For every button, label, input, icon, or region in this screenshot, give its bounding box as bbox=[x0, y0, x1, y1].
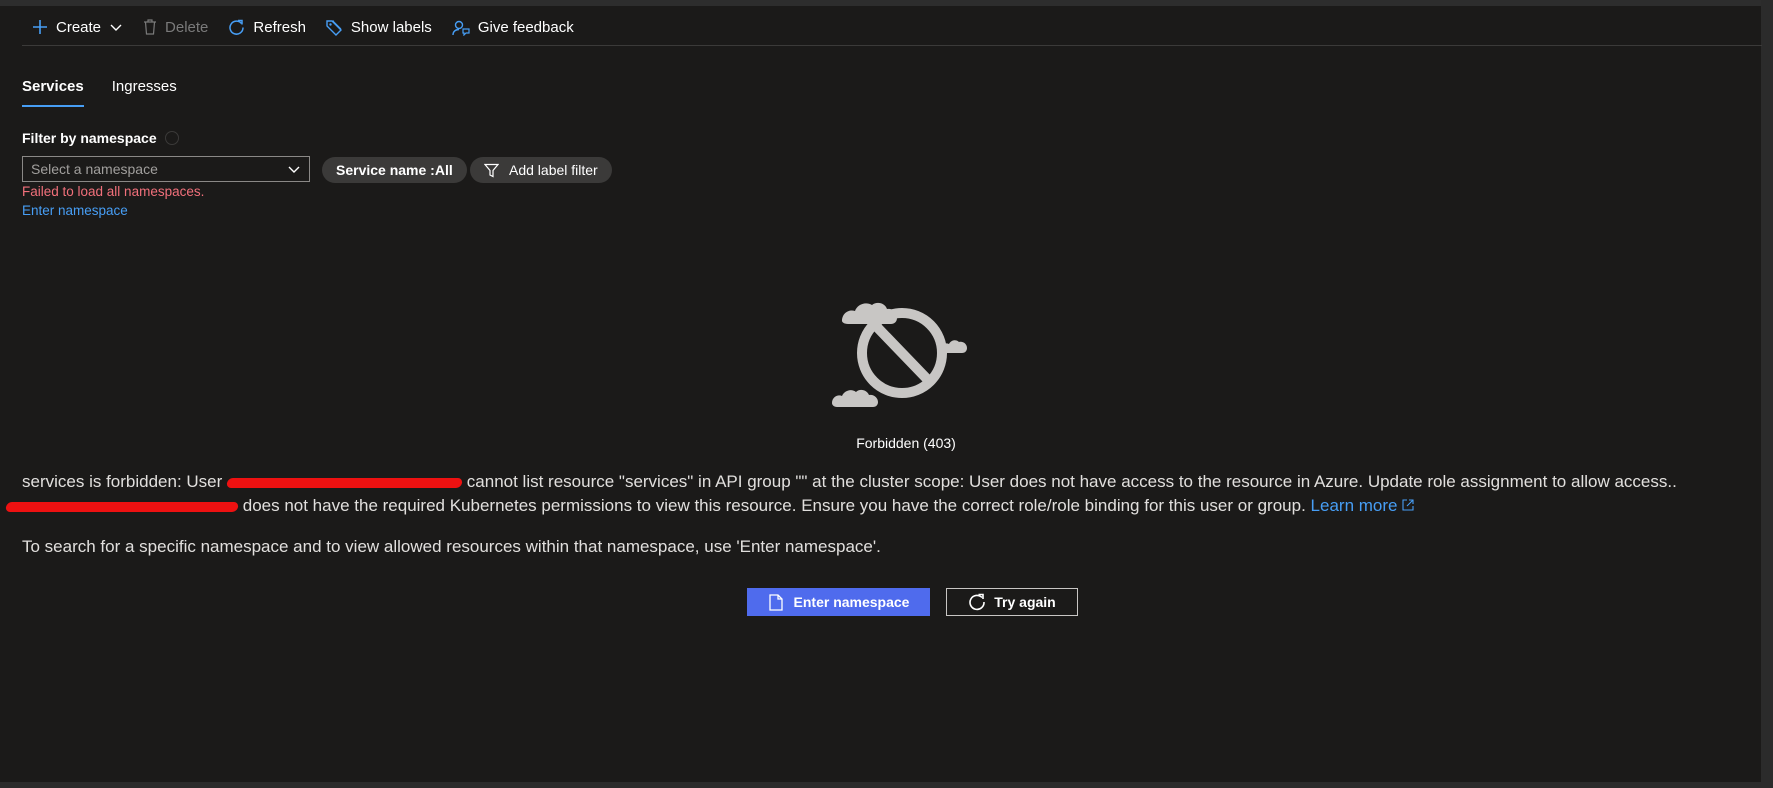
service-name-value: All bbox=[434, 162, 453, 178]
trash-icon bbox=[144, 19, 157, 35]
refresh-icon bbox=[229, 19, 245, 35]
toolbar-divider bbox=[22, 45, 1762, 46]
tag-icon bbox=[326, 19, 342, 36]
add-label-filter-button[interactable]: Add label filter bbox=[470, 157, 612, 183]
filter-by-namespace-label: Filter by namespace bbox=[22, 130, 179, 146]
error-message-line-1: services is forbidden: User cannot list … bbox=[22, 472, 1677, 492]
command-bar: Create Delete Refresh Show labels Give f bbox=[22, 12, 584, 42]
tab-services[interactable]: Services bbox=[22, 78, 84, 107]
refresh-button[interactable]: Refresh bbox=[218, 12, 316, 42]
give-feedback-button[interactable]: Give feedback bbox=[442, 12, 584, 42]
learn-more-label: Learn more bbox=[1310, 496, 1398, 515]
plus-icon bbox=[33, 20, 47, 34]
service-name-filter-pill[interactable]: Service name : All bbox=[322, 157, 467, 183]
add-label-filter-label: Add label filter bbox=[509, 162, 598, 178]
filter-funnel-icon bbox=[484, 163, 499, 177]
enter-namespace-link[interactable]: Enter namespace bbox=[22, 203, 128, 218]
namespace-select[interactable]: Select a namespace bbox=[22, 156, 310, 182]
try-again-button[interactable]: Try again bbox=[946, 588, 1078, 616]
error-message-line-2: does not have the required Kubernetes pe… bbox=[5, 496, 1415, 516]
window-right-border bbox=[1761, 0, 1773, 788]
window-top-border bbox=[0, 0, 1773, 6]
window-bottom-border bbox=[0, 782, 1773, 788]
enter-namespace-button[interactable]: Enter namespace bbox=[747, 588, 930, 616]
tab-strip: Services Ingresses bbox=[22, 78, 177, 107]
refresh-label: Refresh bbox=[253, 18, 306, 36]
error-line-2-text: does not have the required Kubernetes pe… bbox=[242, 496, 1306, 515]
tab-ingresses[interactable]: Ingresses bbox=[112, 78, 177, 107]
refresh-icon bbox=[969, 593, 986, 611]
namespace-load-error: Failed to load all namespaces. bbox=[22, 184, 205, 199]
error-line-1-suffix: cannot list resource "services" in API g… bbox=[466, 472, 1677, 491]
redacted-username bbox=[226, 477, 463, 488]
create-label: Create bbox=[56, 18, 102, 36]
enter-namespace-hint: To search for a specific namespace and t… bbox=[22, 537, 881, 556]
error-line-1-prefix: services is forbidden: User bbox=[22, 472, 223, 491]
delete-button[interactable]: Delete bbox=[133, 12, 218, 42]
info-icon[interactable] bbox=[164, 131, 179, 145]
learn-more-link[interactable]: Learn more bbox=[1311, 496, 1415, 515]
service-name-prefix: Service name : bbox=[336, 162, 435, 178]
filter-label-text: Filter by namespace bbox=[22, 130, 157, 146]
namespace-select-placeholder: Select a namespace bbox=[31, 161, 158, 177]
create-button[interactable]: Create bbox=[22, 12, 133, 42]
give-feedback-label: Give feedback bbox=[477, 18, 574, 36]
delete-label: Delete bbox=[165, 18, 209, 36]
show-labels-label: Show labels bbox=[350, 18, 432, 36]
redacted-username bbox=[5, 501, 239, 512]
show-labels-button[interactable]: Show labels bbox=[316, 12, 442, 42]
feedback-person-icon bbox=[452, 20, 470, 36]
document-edit-icon bbox=[768, 593, 783, 611]
chevron-down-icon bbox=[288, 166, 300, 173]
chevron-down-icon bbox=[110, 24, 122, 31]
try-again-button-label: Try again bbox=[994, 594, 1056, 610]
forbidden-cloud-icon bbox=[832, 302, 967, 407]
enter-namespace-button-label: Enter namespace bbox=[793, 594, 910, 610]
error-status-title: Forbidden (403) bbox=[856, 435, 956, 451]
external-link-icon bbox=[1402, 499, 1414, 511]
